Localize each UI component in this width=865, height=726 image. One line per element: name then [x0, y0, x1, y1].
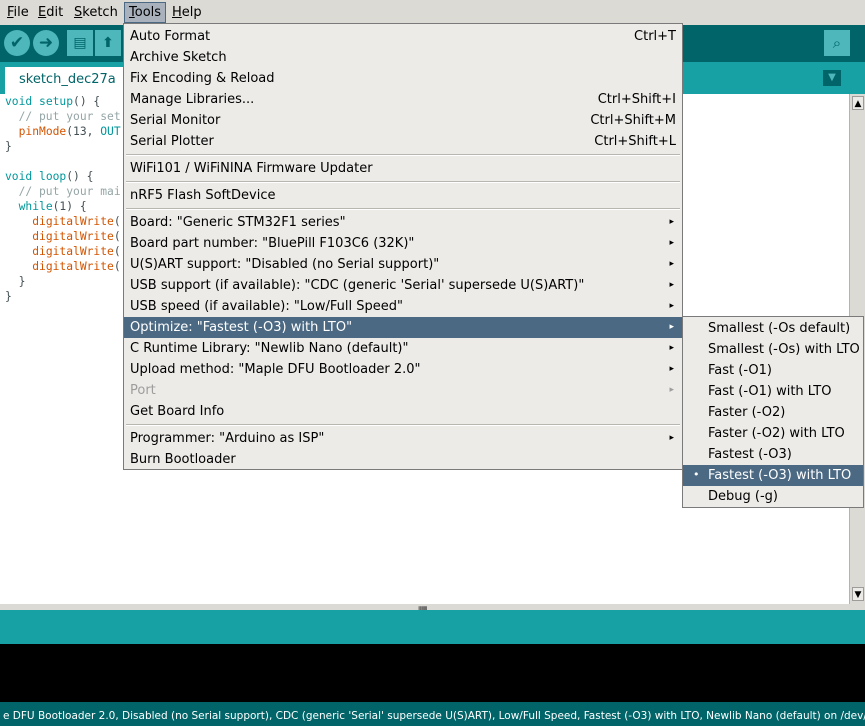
upload-button[interactable]: ➜ [33, 30, 59, 56]
serial-monitor-button[interactable]: ⌕ [824, 30, 850, 56]
menu-separator [126, 154, 680, 156]
code-line: void loop() { [5, 170, 94, 183]
code-line: // put your set [5, 110, 121, 123]
tools-menu-item[interactable]: Serial Plotter Ctrl+Shift+L [124, 131, 682, 152]
submenu-arrow-icon: ▸ [669, 217, 674, 227]
tools-menu-item: Port ▸ [130, 383, 674, 398]
radio-selected-icon: • [693, 468, 700, 481]
tools-menu-item[interactable]: WiFi101 / WiFiNINA Firmware Updater [124, 158, 682, 179]
verify-button[interactable]: ✔ [4, 30, 30, 56]
menu-separator [126, 424, 680, 426]
code-line: } [5, 140, 12, 153]
menu-separator [126, 181, 680, 183]
submenu-arrow-icon: ▸ [669, 280, 674, 290]
code-line: digitalWrite( [32, 230, 121, 243]
menu-help[interactable]: Help [168, 2, 206, 23]
optimize-option[interactable]: • Fastest (-O3) with LTO [683, 465, 863, 486]
code-line: // put your mai [5, 185, 121, 198]
tools-menu-item[interactable]: Burn Bootloader [124, 449, 682, 470]
code-line: pinMode(13, OUT [18, 125, 121, 138]
code-line: } [5, 290, 12, 303]
console-output [0, 644, 865, 702]
menubar: File Edit Sketch Tools Help [0, 0, 865, 25]
tools-menu-item[interactable]: Manage Libraries... Ctrl+Shift+I [124, 89, 682, 110]
tools-menu-item[interactable]: C Runtime Library: "Newlib Nano (default… [124, 338, 682, 359]
optimize-option[interactable]: Fastest (-O3) [683, 444, 863, 465]
code-line: digitalWrite( [32, 215, 121, 228]
submenu-arrow-icon: ▸ [669, 385, 674, 395]
tab-sketch[interactable]: sketch_dec27a [5, 67, 130, 94]
submenu-arrow-icon: ▸ [669, 259, 674, 269]
tab-menu-chevron-down-icon[interactable]: ▼ [823, 70, 841, 86]
submenu-arrow-icon: ▸ [669, 364, 674, 374]
tools-menu-item[interactable]: Optimize: "Fastest (-O3) with LTO" ▸ [124, 317, 682, 338]
new-sketch-button[interactable]: ▤ [67, 30, 93, 56]
tools-menu-item[interactable]: U(S)ART support: "Disabled (no Serial su… [124, 254, 682, 275]
submenu-arrow-icon: ▸ [669, 343, 674, 353]
scroll-down-icon[interactable]: ▼ [852, 587, 864, 601]
tools-menu-item[interactable]: Board part number: "BluePill F103C6 (32K… [124, 233, 682, 254]
optimize-option[interactable]: Fast (-O1) with LTO [683, 381, 863, 402]
tools-menu-item[interactable]: Auto Format Ctrl+T [124, 26, 682, 47]
tools-menu-item[interactable]: Archive Sketch [124, 47, 682, 68]
tools-menu-item[interactable]: USB speed (if available): "Low/Full Spee… [124, 296, 682, 317]
tools-menu-item[interactable]: nRF5 Flash SoftDevice [124, 185, 682, 206]
code-line: digitalWrite( [32, 260, 121, 273]
optimize-option[interactable]: Fast (-O1) [683, 360, 863, 381]
submenu-arrow-icon: ▸ [669, 301, 674, 311]
tools-menu-item[interactable]: Programmer: "Arduino as ISP" ▸ [124, 428, 682, 449]
tools-menu-item[interactable]: USB support (if available): "CDC (generi… [124, 275, 682, 296]
scroll-up-icon[interactable]: ▲ [852, 96, 864, 110]
tools-menu-item[interactable]: Upload method: "Maple DFU Bootloader 2.0… [124, 359, 682, 380]
code-line: } [5, 275, 26, 288]
status-bar [0, 610, 865, 644]
submenu-arrow-icon: ▸ [669, 238, 674, 248]
menu-sketch[interactable]: Sketch [70, 2, 122, 23]
code-line: digitalWrite( [32, 245, 121, 258]
optimize-option[interactable]: Smallest (-Os) with LTO [683, 339, 863, 360]
menu-file[interactable]: File [3, 2, 33, 23]
submenu-arrow-icon: ▸ [669, 322, 674, 332]
tools-menu-item[interactable]: Get Board Info [124, 401, 682, 422]
menu-edit[interactable]: Edit [34, 2, 67, 23]
tools-menu: Auto Format Ctrl+T Archive Sketch Fix Encod… [123, 23, 683, 470]
submenu-arrow-icon: ▸ [669, 433, 674, 443]
optimize-submenu: Smallest (-Os default) Smallest (-Os) wit… [682, 316, 864, 508]
tools-menu-item[interactable]: Board: "Generic STM32F1 series" ▸ [124, 212, 682, 233]
tools-menu-item[interactable]: Fix Encoding & Reload [124, 68, 682, 89]
optimize-option[interactable]: Debug (-g) [683, 486, 863, 507]
menu-separator [126, 208, 680, 210]
optimize-option[interactable]: Faster (-O2) with LTO [683, 423, 863, 444]
open-sketch-button[interactable]: ⬆ [95, 30, 121, 56]
optimize-option[interactable]: Faster (-O2) [683, 402, 863, 423]
code-line: while(1) { [18, 200, 87, 213]
code-line: void setup() { [5, 95, 101, 108]
optimize-option[interactable]: Smallest (-Os default) [683, 318, 863, 339]
tools-menu-item[interactable]: Serial Monitor Ctrl+Shift+M [124, 110, 682, 131]
board-info-footer: e DFU Bootloader 2.0, Disabled (no Seria… [0, 702, 865, 726]
menu-tools[interactable]: Tools [124, 2, 167, 23]
